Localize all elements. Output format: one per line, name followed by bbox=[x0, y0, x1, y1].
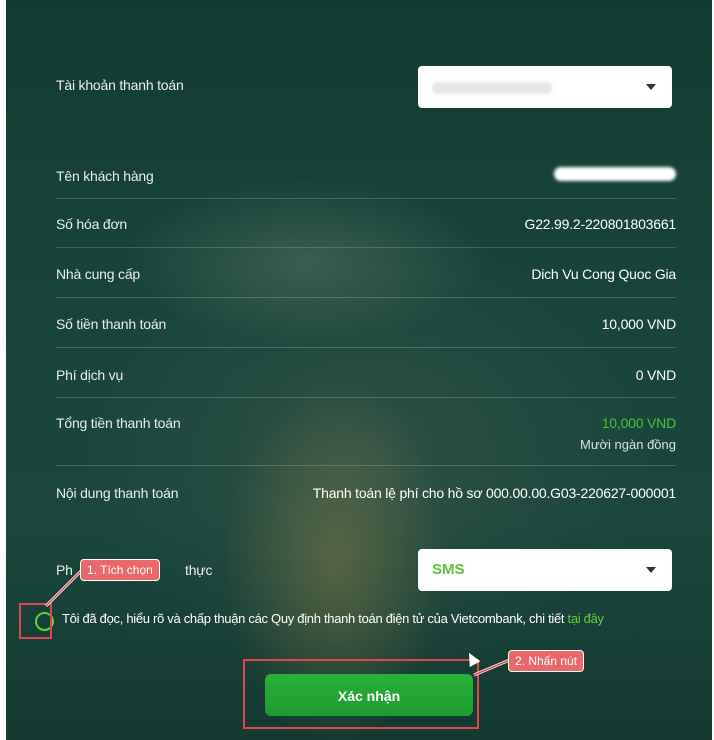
divider bbox=[56, 198, 676, 199]
fee-label: Phí dịch vụ bbox=[56, 367, 124, 383]
terms-agreement: Tôi đã đọc, hiểu rõ và chấp thuận các Qu… bbox=[62, 611, 604, 626]
total-in-words: Mười ngàn đồng bbox=[579, 437, 676, 452]
total-label: Tổng tiền thanh toán bbox=[56, 415, 181, 431]
divider bbox=[56, 247, 676, 248]
auth-method-select[interactable]: SMS bbox=[418, 549, 672, 591]
chevron-down-icon[interactable] bbox=[646, 84, 656, 90]
auth-method-value: SMS bbox=[432, 561, 465, 578]
total-value: 10,000 VND bbox=[601, 415, 676, 431]
callout-step-1: 1. Tích chọn bbox=[80, 559, 160, 581]
account-select[interactable] bbox=[418, 66, 672, 108]
content-label: Nội dung thanh toán bbox=[56, 485, 179, 501]
callout-step-2: 2. Nhấn nút bbox=[508, 650, 585, 672]
redacted-account bbox=[432, 82, 552, 94]
customer-label: Tên khách hàng bbox=[56, 168, 154, 184]
terms-text: Tôi đã đọc, hiểu rõ và chấp thuận các Qu… bbox=[62, 611, 568, 626]
account-label: Tài khoản thanh toán bbox=[56, 77, 184, 93]
terms-link[interactable]: tại đây bbox=[568, 611, 605, 626]
divider bbox=[56, 347, 676, 348]
provider-label: Nhà cung cấp bbox=[56, 266, 140, 282]
highlight-box-confirm bbox=[243, 659, 479, 729]
invoice-value: G22.99.2-220801803661 bbox=[524, 216, 677, 232]
payment-confirm-panel: Tài khoản thanh toán Tên khách hàng Số h… bbox=[6, 0, 712, 740]
blurred-header bbox=[166, 0, 566, 22]
content-value: Thanh toán lệ phí cho hồ sơ 000.00.00.G0… bbox=[312, 485, 676, 501]
fee-value: 0 VND bbox=[635, 367, 676, 383]
blurred-subheader bbox=[176, 135, 556, 155]
provider-value: Dich Vu Cong Quoc Gia bbox=[531, 266, 676, 282]
auth-method-label-end: thực bbox=[185, 562, 213, 578]
divider bbox=[56, 297, 676, 298]
amount-value: 10,000 VND bbox=[601, 316, 676, 332]
redacted-customer-name bbox=[554, 167, 676, 181]
invoice-label: Số hóa đơn bbox=[56, 216, 128, 232]
amount-label: Số tiền thanh toán bbox=[56, 316, 167, 332]
chevron-down-icon[interactable] bbox=[646, 567, 656, 573]
divider bbox=[56, 465, 676, 466]
divider bbox=[56, 397, 676, 398]
